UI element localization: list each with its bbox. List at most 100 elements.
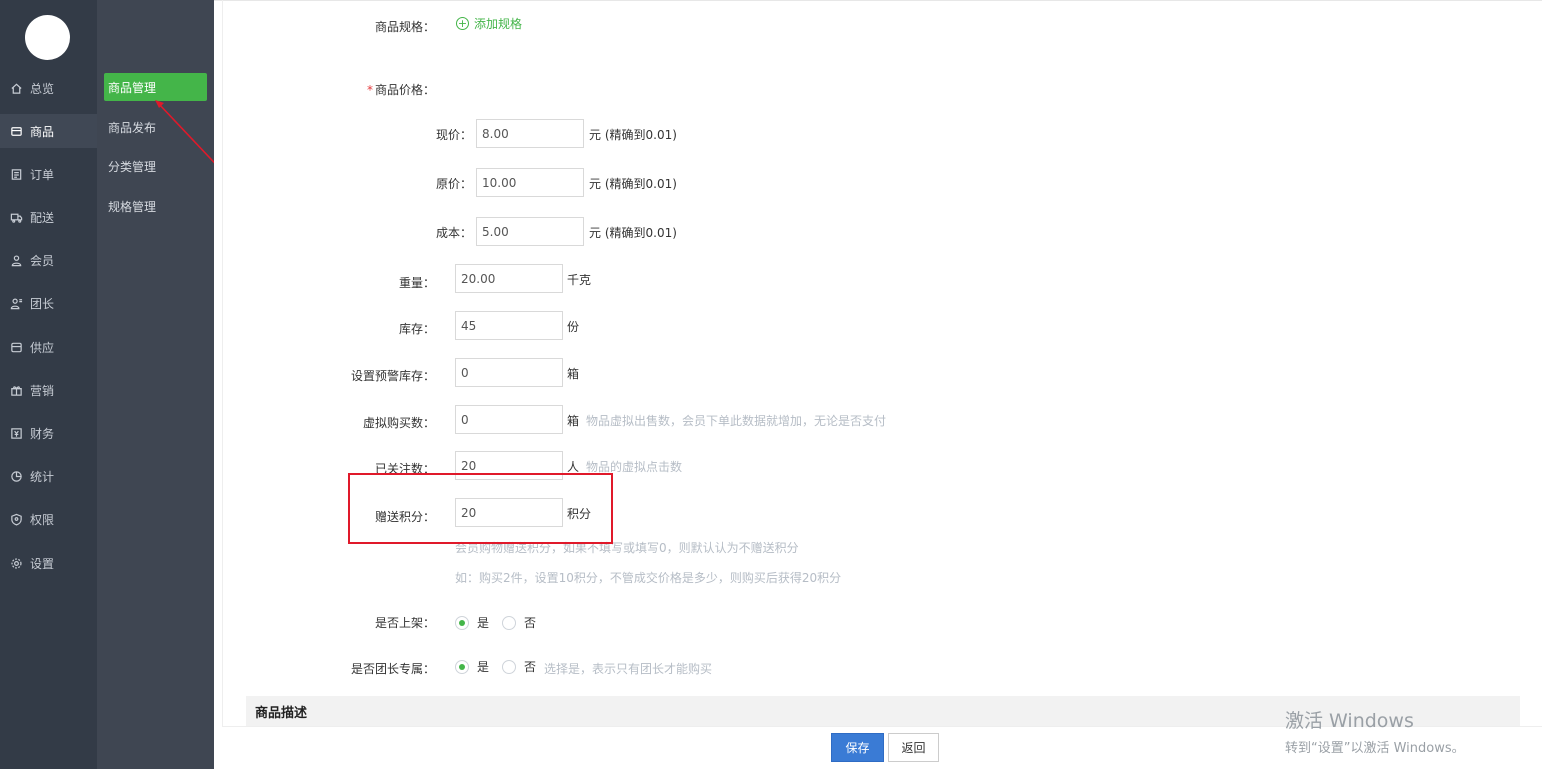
stock-input[interactable] <box>455 311 563 340</box>
virtual-buy-input[interactable] <box>455 405 563 434</box>
radio-unchecked-icon <box>502 659 516 674</box>
nav-item-permissions[interactable]: 权限 <box>0 502 97 536</box>
nav-item-statistics[interactable]: 统计 <box>0 459 97 493</box>
primary-sidebar: 总览 商品 订单 配送 会员 团长 供应 营销 财务 统计 权限 设置 <box>0 0 97 769</box>
leader-only-no-radio[interactable]: 否 <box>502 658 536 675</box>
points-hint-1: 会员购物赠送积分，如果不填写或填写0，则默认认为不赠送积分 <box>455 541 799 555</box>
followers-unit: 人 <box>567 460 580 474</box>
stock-unit: 份 <box>567 320 580 334</box>
nav-item-settings[interactable]: 设置 <box>0 546 97 580</box>
order-icon <box>9 167 23 181</box>
subnav-item-spec-management[interactable]: 规格管理 <box>104 192 207 220</box>
weight-input[interactable] <box>455 264 563 293</box>
nav-item-orders[interactable]: 订单 <box>0 157 97 191</box>
warn-stock-input[interactable] <box>455 358 563 387</box>
points-input[interactable] <box>455 498 563 527</box>
on-shelf-no-radio[interactable]: 否 <box>502 614 536 631</box>
radio-checked-icon <box>455 659 469 674</box>
nav-item-overview[interactable]: 总览 <box>0 71 97 105</box>
save-button[interactable]: 保存 <box>831 733 884 762</box>
price-label-text: 商品价格： <box>374 83 435 97</box>
points-unit: 积分 <box>567 507 592 521</box>
gear-icon <box>9 556 23 570</box>
current-price-input[interactable] <box>476 119 584 148</box>
back-button[interactable]: 返回 <box>888 733 939 762</box>
add-spec-button[interactable]: + 添加规格 <box>456 15 522 32</box>
nav-label: 团长 <box>30 296 55 311</box>
nav-label: 会员 <box>30 253 55 268</box>
finance-icon <box>9 426 23 440</box>
stock-label: 库存： <box>398 322 435 336</box>
nav-item-members[interactable]: 会员 <box>0 243 97 277</box>
member-icon <box>9 253 23 267</box>
cost-unit: 元 (精确到0.01) <box>589 226 677 240</box>
virtual-buy-hint: 物品虚拟出售数，会员下单此数据就增加，无论是否支付 <box>586 414 887 428</box>
subnav-label: 分类管理 <box>108 159 157 174</box>
radio-label: 是 <box>477 616 490 630</box>
current-price-unit: 元 (精确到0.01) <box>589 128 677 142</box>
radio-label: 否 <box>524 616 537 630</box>
delivery-icon <box>9 210 23 224</box>
watermark-line-2: 转到“设置”以激活 Windows。 <box>1285 741 1465 756</box>
nav-item-marketing[interactable]: 营销 <box>0 373 97 407</box>
nav-item-supply[interactable]: 供应 <box>0 330 97 364</box>
secondary-sidebar: 商品管理 商品发布 分类管理 规格管理 <box>97 0 214 769</box>
nav-label: 权限 <box>30 512 55 527</box>
home-icon <box>9 81 23 95</box>
original-price-input[interactable] <box>476 168 584 197</box>
virtual-buy-label: 虚拟购买数： <box>362 416 435 430</box>
nav-item-goods[interactable]: 商品 <box>0 114 97 148</box>
nav-label: 总览 <box>30 81 55 96</box>
followers-input[interactable] <box>455 451 563 480</box>
content-divider <box>222 0 223 769</box>
virtual-buy-unit: 箱 <box>567 414 580 428</box>
cost-input[interactable] <box>476 217 584 246</box>
nav-label: 财务 <box>30 426 55 441</box>
warn-stock-label: 设置预警库存： <box>350 369 435 383</box>
followers-hint: 物品的虚拟点击数 <box>586 460 683 474</box>
leader-only-yes-radio[interactable]: 是 <box>455 658 489 675</box>
watermark-line-1: 激活 Windows <box>1285 710 1414 732</box>
subnav-label: 商品发布 <box>108 120 157 135</box>
gift-icon <box>9 383 23 397</box>
weight-unit: 千克 <box>567 273 592 287</box>
nav-item-finance[interactable]: 财务 <box>0 416 97 450</box>
nav-item-leaders[interactable]: 团长 <box>0 286 97 320</box>
shield-icon <box>9 512 23 526</box>
subnav-label: 商品管理 <box>108 80 157 95</box>
leader-only-label: 是否团长专属： <box>350 662 435 676</box>
leader-icon <box>9 296 23 310</box>
avatar[interactable] <box>25 15 70 60</box>
radio-checked-icon <box>455 615 469 630</box>
goods-icon <box>9 124 23 138</box>
followers-label: 已关注数： <box>374 462 435 476</box>
nav-item-delivery[interactable]: 配送 <box>0 200 97 234</box>
leader-only-hint: 选择是，表示只有团长才能购买 <box>544 662 713 676</box>
radio-label: 否 <box>524 660 537 674</box>
section-title: 商品描述 <box>255 705 308 721</box>
nav-label: 营销 <box>30 383 55 398</box>
plus-circle-icon: + <box>456 17 469 30</box>
original-price-label: 原价： <box>435 177 472 191</box>
radio-unchecked-icon <box>502 615 516 630</box>
spec-label: 商品规格： <box>374 20 435 34</box>
nav-label: 订单 <box>30 167 55 182</box>
radio-label: 是 <box>477 660 490 674</box>
subnav-item-category-management[interactable]: 分类管理 <box>104 152 207 180</box>
subnav-label: 规格管理 <box>108 199 157 214</box>
original-price-unit: 元 (精确到0.01) <box>589 177 677 191</box>
warn-stock-unit: 箱 <box>567 367 580 381</box>
chart-pie-icon <box>9 469 23 483</box>
nav-label: 商品 <box>30 124 55 139</box>
subnav-item-goods-management[interactable]: 商品管理 <box>104 73 207 101</box>
current-price-label: 现价： <box>435 128 472 142</box>
price-label: * 商品价格： <box>300 81 435 98</box>
weight-label: 重量： <box>398 276 435 290</box>
on-shelf-label: 是否上架： <box>374 616 435 630</box>
windows-activation-watermark: 激活 Windows 转到“设置”以激活 Windows。 <box>1285 706 1465 756</box>
points-hint-2: 如：购买2件，设置10积分，不管成交价格是多少，则购买后获得20积分 <box>455 571 842 585</box>
on-shelf-yes-radio[interactable]: 是 <box>455 614 489 631</box>
main-content <box>214 0 1542 769</box>
subnav-item-goods-publish[interactable]: 商品发布 <box>104 113 207 141</box>
points-label: 赠送积分： <box>374 510 435 524</box>
